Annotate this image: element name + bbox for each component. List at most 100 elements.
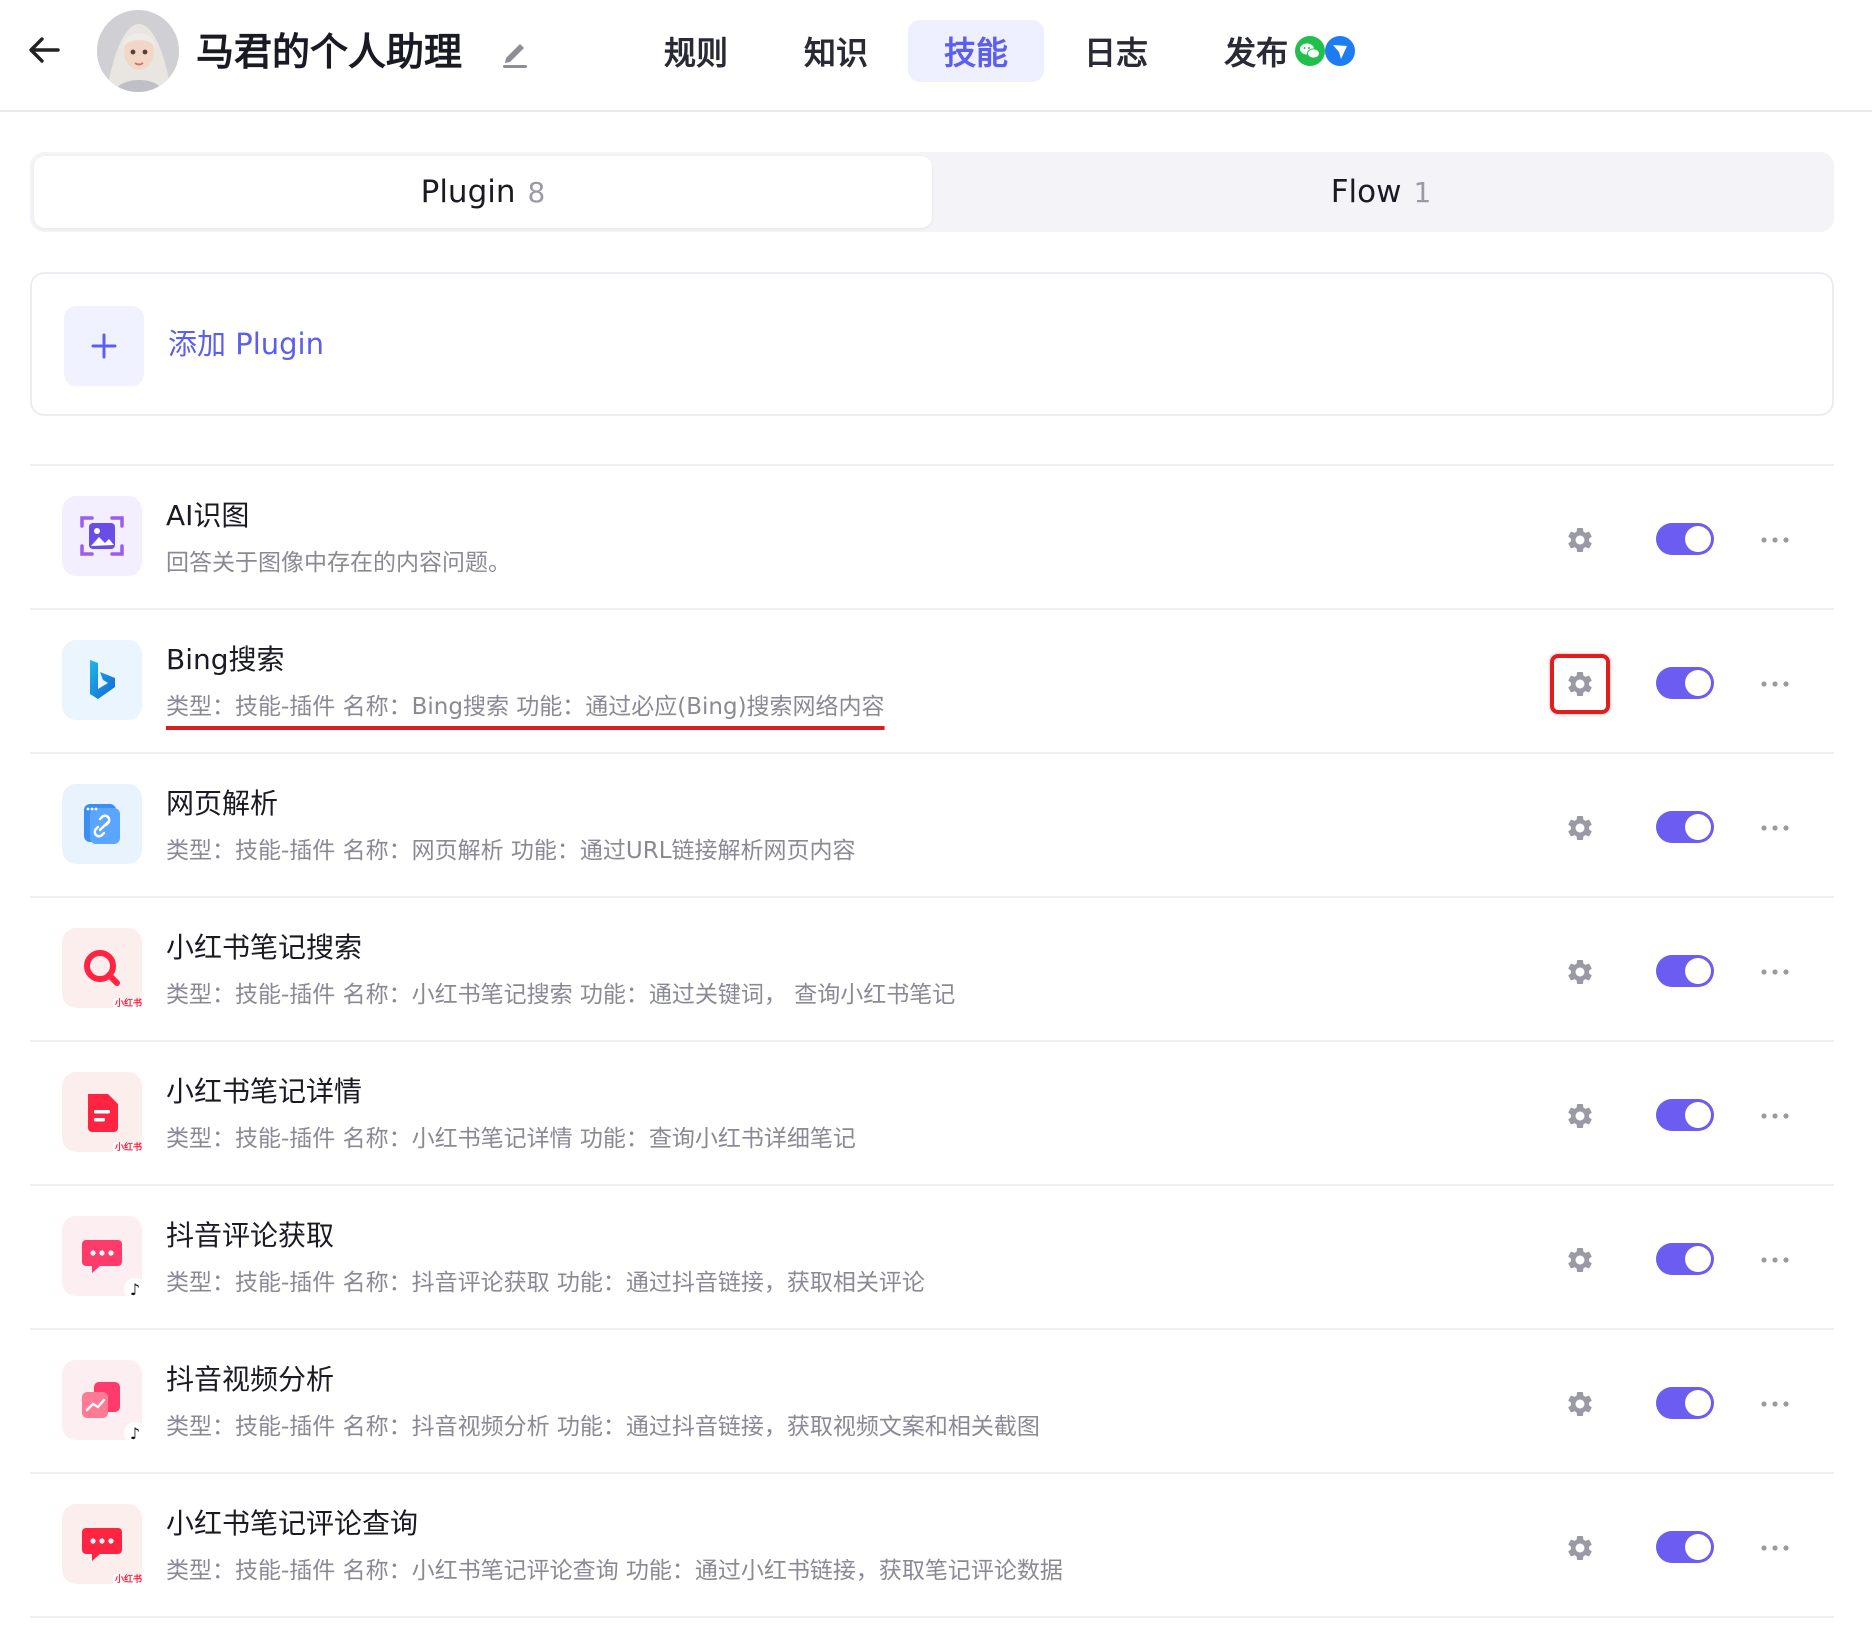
plugin-name: 抖音视频分析 — [166, 1363, 335, 1396]
plugin-more-button[interactable] — [1750, 664, 1800, 704]
plugin-enable-toggle[interactable] — [1656, 1099, 1714, 1131]
more-horizontal-icon — [1761, 537, 1789, 543]
more-horizontal-icon — [1761, 1113, 1789, 1119]
more-horizontal-icon — [1761, 1401, 1789, 1407]
more-horizontal-icon — [1761, 969, 1789, 975]
plugin-more-button[interactable] — [1750, 1384, 1800, 1424]
plugin-description: 类型：技能-插件 名称：抖音视频分析 功能：通过抖音链接，获取视频文案和相关截图 — [166, 1414, 1040, 1440]
plugin-more-button[interactable] — [1750, 952, 1800, 992]
plugin-settings-button[interactable] — [1550, 1230, 1610, 1290]
segment-tab-count: 1 — [1413, 175, 1432, 209]
tab-rules[interactable]: 规则 — [628, 20, 764, 82]
plugin-more-button[interactable] — [1750, 808, 1800, 848]
segment-tab-count: 8 — [527, 175, 546, 209]
plugin-name: 抖音评论获取 — [166, 1219, 335, 1252]
plugin-row-xhs-search: 小红书 小红书笔记搜索 类型：技能-插件 名称：小红书笔记搜索 功能：通过关键词… — [30, 898, 1834, 1042]
skill-type-segment: Plugin 8 Flow 1 — [30, 152, 1834, 232]
plugin-enable-toggle[interactable] — [1656, 1243, 1714, 1275]
tab-publish[interactable]: 发布 — [1188, 20, 1392, 82]
gear-icon — [1568, 1248, 1592, 1272]
plugin-icon-box: 小红书 — [62, 1504, 144, 1586]
segment-tab-label: Plugin — [420, 174, 516, 210]
bing-icon — [90, 660, 115, 699]
plugin-enable-toggle[interactable] — [1656, 667, 1714, 699]
xiaohongshu-note-icon — [88, 1094, 118, 1132]
plugin-name: 小红书笔记详情 — [166, 1075, 363, 1108]
segment-tab-label: Flow — [1330, 174, 1402, 210]
xiaohongshu-badge-icon: 小红书 — [112, 1142, 144, 1154]
xiaohongshu-comment-icon — [82, 1528, 122, 1561]
publish-channel-icons — [1294, 35, 1356, 67]
gear-icon — [1568, 1536, 1592, 1560]
plugin-more-button[interactable] — [1750, 1528, 1800, 1568]
tab-skills[interactable]: 技能 — [908, 20, 1045, 82]
plugin-icon-box — [62, 496, 142, 576]
plugin-name: 小红书笔记搜索 — [166, 931, 363, 964]
plugin-enable-toggle[interactable] — [1656, 955, 1714, 987]
wechat-icon — [1295, 36, 1326, 66]
image-recognition-icon — [80, 516, 124, 556]
more-horizontal-icon — [1761, 681, 1789, 687]
plugin-icon-box: 小红书 — [62, 928, 144, 1010]
add-icon-box — [64, 306, 144, 386]
plugin-list: AI识图 回答关于图像中存在的内容问题。 Bing搜索 类型：技能-插件 名称：… — [30, 464, 1834, 1618]
plugin-row-douyin-comments: ♪ 抖音评论获取 类型：技能-插件 名称：抖音评论获取 功能：通过抖音链接，获取… — [30, 1186, 1834, 1330]
plugin-settings-button[interactable] — [1550, 798, 1610, 858]
plugin-description: 类型：技能-插件 名称：网页解析 功能：通过URL链接解析网页内容 — [166, 838, 856, 864]
plugin-row-web-parse: 网页解析 类型：技能-插件 名称：网页解析 功能：通过URL链接解析网页内容 — [30, 754, 1834, 898]
gear-icon — [1568, 815, 1592, 840]
segment-tab-plugin[interactable]: Plugin 8 — [34, 156, 932, 228]
add-plugin-button[interactable]: 添加 Plugin — [30, 272, 1834, 416]
plugin-row-ai-image: AI识图 回答关于图像中存在的内容问题。 — [30, 466, 1834, 610]
plugin-more-button[interactable] — [1750, 1240, 1800, 1280]
plugin-settings-button[interactable] — [1550, 1518, 1610, 1578]
xiaohongshu-search-icon — [84, 950, 120, 986]
plugin-name: 网页解析 — [166, 787, 279, 820]
plugin-icon-box — [62, 640, 142, 720]
plugin-row-xhs-detail: 小红书 小红书笔记详情 类型：技能-插件 名称：小红书笔记详情 功能：查询小红书… — [30, 1042, 1834, 1186]
edit-title-button[interactable] — [500, 34, 530, 70]
avatar[interactable] — [97, 10, 179, 92]
top-header: 马君的个人助理 规则 知识 技能 日志 发布 — [0, 0, 1872, 112]
plugin-settings-button[interactable] — [1550, 942, 1610, 1002]
arrow-left-icon — [29, 37, 60, 63]
toggle-knob — [1685, 958, 1711, 984]
douyin-video-icon — [82, 1382, 120, 1418]
gear-icon — [1568, 671, 1592, 696]
main-nav: 规则 知识 技能 日志 发布 — [628, 20, 1396, 82]
plugin-settings-button[interactable] — [1550, 654, 1610, 714]
tab-logs[interactable]: 日志 — [1048, 20, 1184, 82]
gear-icon — [1568, 1104, 1592, 1128]
plugin-description: 类型：技能-插件 名称：小红书笔记评论查询 功能：通过小红书链接，获取笔记评论数… — [166, 1558, 1063, 1584]
douyin-badge-icon: ♪ — [124, 1278, 146, 1300]
plugin-more-button[interactable] — [1750, 520, 1800, 560]
plugin-icon-box — [62, 784, 142, 864]
plugin-row-xhs-comments: 小红书 小红书笔记评论查询 类型：技能-插件 名称：小红书笔记评论查询 功能：通… — [30, 1474, 1834, 1618]
plugin-description: 回答关于图像中存在的内容问题。 — [166, 550, 511, 576]
segment-tab-flow[interactable]: Flow 1 — [932, 156, 1830, 228]
douyin-comment-icon — [82, 1240, 122, 1273]
avatar-portrait-icon — [97, 10, 179, 92]
plugin-enable-toggle[interactable] — [1656, 1387, 1714, 1419]
plugin-name: Bing搜索 — [166, 643, 285, 676]
link-document-icon — [84, 804, 120, 844]
tab-knowledge[interactable]: 知识 — [768, 20, 904, 82]
pencil-icon — [503, 44, 527, 68]
plugin-enable-toggle[interactable] — [1656, 1531, 1714, 1563]
plugin-icon-box: ♪ — [62, 1216, 146, 1300]
back-button[interactable] — [22, 26, 66, 74]
plugin-settings-button[interactable] — [1550, 1374, 1610, 1434]
gear-icon — [1568, 527, 1592, 552]
plugin-settings-button[interactable] — [1550, 1086, 1610, 1146]
plugin-description: 类型：技能-插件 名称：抖音评论获取 功能：通过抖音链接，获取相关评论 — [166, 1270, 925, 1296]
plugin-name: 小红书笔记评论查询 — [166, 1507, 419, 1540]
toggle-knob — [1685, 1534, 1711, 1560]
add-plugin-label: 添加 Plugin — [168, 327, 324, 361]
plugin-more-button[interactable] — [1750, 1096, 1800, 1136]
plugin-enable-toggle[interactable] — [1656, 811, 1714, 843]
more-horizontal-icon — [1761, 1545, 1789, 1551]
toggle-knob — [1685, 670, 1711, 696]
plugin-enable-toggle[interactable] — [1656, 523, 1714, 555]
plugin-settings-button[interactable] — [1550, 510, 1610, 570]
xiaohongshu-badge-icon: 小红书 — [112, 1574, 144, 1586]
